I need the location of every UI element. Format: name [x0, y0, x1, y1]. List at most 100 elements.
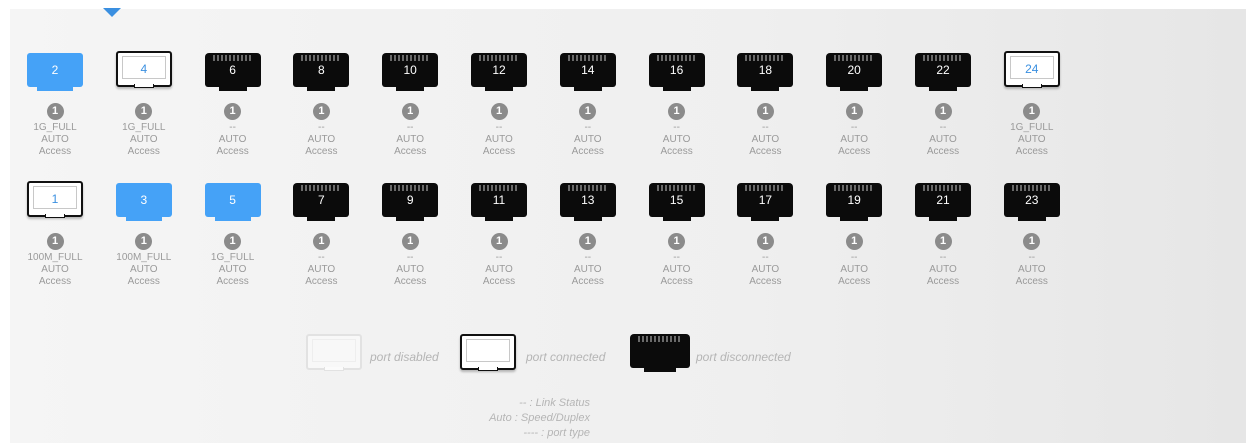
port-status: -- [406, 252, 414, 263]
port-disc-icon[interactable]: 10 [382, 53, 439, 91]
port-disc-icon[interactable]: 9 [382, 183, 439, 221]
port-8[interactable]: 8 1 -- AUTO Access [288, 51, 354, 158]
port-mode: Access [127, 146, 160, 157]
note-port-type: ---- : port type [523, 427, 590, 439]
port-mode: Access [1015, 276, 1048, 287]
vlan-badge-icon: 1 [224, 233, 242, 250]
port-conn-icon[interactable]: 4 [115, 51, 172, 88]
port-mode: Access [305, 146, 338, 157]
port-status: -- [850, 122, 858, 133]
port-18[interactable]: 18 1 -- AUTO Access [732, 51, 798, 158]
port-disc-icon[interactable]: 15 [648, 183, 705, 221]
port-disc-icon[interactable]: 23 [1003, 183, 1060, 221]
port-disc-icon[interactable]: 20 [826, 53, 883, 91]
port-speed: AUTO [751, 134, 780, 145]
port-21[interactable]: 21 1 -- AUTO Access [910, 181, 976, 288]
port-mode: Access [571, 146, 604, 157]
port-status: -- [762, 252, 769, 263]
legend-notes: -- : Link Status Auto : Speed/Duplex ---… [470, 396, 590, 441]
vlan-badge-icon: 1 [845, 103, 863, 120]
port-status: -- [495, 252, 503, 263]
port-disc-icon[interactable]: 17 [737, 183, 794, 221]
port-speed: AUTO [307, 134, 336, 145]
port-mode: Access [216, 276, 249, 287]
port-speed: AUTO [41, 134, 69, 145]
port-disc-icon[interactable]: 16 [648, 53, 705, 91]
port-23[interactable]: 23 1 -- AUTO Access [999, 181, 1065, 288]
vlan-badge-icon: 1 [46, 233, 64, 250]
port-speed: AUTO [1017, 264, 1046, 275]
port-15[interactable]: 15 1 -- AUTO Access [644, 181, 710, 288]
port-mode: Access [660, 146, 693, 157]
port-conn-icon[interactable]: 1 [27, 181, 83, 218]
port-24[interactable]: 24 1 1G_FULL AUTO Access [999, 51, 1065, 158]
port-status: -- [673, 122, 680, 133]
port-status: -- [673, 252, 680, 263]
port-status: 1G_FULL [210, 252, 255, 263]
vlan-badge-icon: 1 [1023, 103, 1041, 120]
port-19[interactable]: 19 1 -- AUTO Access [821, 181, 887, 288]
port-status: -- [850, 252, 858, 263]
selection-pointer-icon [103, 8, 121, 17]
port-mode: Access [216, 146, 249, 157]
port-13[interactable]: 13 1 -- AUTO Access [555, 181, 621, 288]
port-20[interactable]: 20 1 -- AUTO Access [821, 51, 887, 158]
port-11[interactable]: 11 1 -- AUTO Access [466, 181, 532, 288]
vlan-badge-icon: 1 [490, 103, 508, 120]
port-1[interactable]: 1 1 100M_FULL AUTO Access [22, 181, 88, 288]
port-disc-icon[interactable]: 14 [559, 53, 616, 91]
port-disc-icon[interactable]: 18 [737, 53, 794, 91]
port-3[interactable]: 3 1 100M_FULL AUTO Access [111, 181, 177, 288]
vlan-badge-icon: 1 [756, 233, 774, 250]
vlan-badge-icon: 1 [312, 233, 330, 250]
port-conn-icon[interactable]: 24 [1003, 51, 1060, 88]
port-number: 19 [847, 193, 861, 207]
port-9[interactable]: 9 1 -- AUTO Access [377, 181, 443, 288]
port-speed: AUTO [662, 264, 691, 275]
port-22[interactable]: 22 1 -- AUTO Access [910, 51, 976, 158]
port-10[interactable]: 10 1 -- AUTO Access [377, 51, 443, 158]
port-mode: Access [749, 146, 782, 157]
port-12[interactable]: 12 1 -- AUTO Access [466, 51, 532, 158]
vlan-badge-icon: 1 [312, 103, 330, 120]
note-link-status: -- : Link Status [519, 397, 590, 409]
port-disc-icon[interactable]: 13 [559, 183, 616, 221]
port-status: -- [584, 122, 592, 133]
port-mode: Access [394, 146, 427, 157]
port-mode: Access [571, 276, 604, 287]
port-disc-icon[interactable]: 22 [915, 53, 971, 91]
port-blue-icon[interactable]: 3 [115, 183, 172, 221]
vlan-badge-icon: 1 [135, 103, 153, 120]
port-disc-icon[interactable]: 12 [471, 53, 527, 91]
port-disconnected-icon [630, 334, 690, 372]
port-mode: Access [838, 276, 871, 287]
port-disc-icon[interactable]: 11 [471, 183, 527, 221]
port-7[interactable]: 7 1 -- AUTO Access [288, 181, 354, 288]
port-disc-icon[interactable]: 21 [915, 183, 971, 221]
port-14[interactable]: 14 1 -- AUTO Access [555, 51, 621, 158]
port-disc-icon[interactable]: 8 [293, 53, 350, 91]
port-5[interactable]: 5 1 1G_FULL AUTO Access [200, 181, 266, 288]
port-blue-icon[interactable]: 5 [204, 183, 261, 221]
port-blue-icon[interactable]: 2 [27, 53, 83, 91]
port-speed: AUTO [840, 134, 868, 145]
port-17[interactable]: 17 1 -- AUTO Access [732, 181, 798, 288]
port-disc-icon[interactable]: 6 [204, 53, 261, 91]
legend-connected-label: port connected [526, 350, 606, 364]
port-6[interactable]: 6 1 -- AUTO Access [200, 51, 266, 158]
port-16[interactable]: 16 1 -- AUTO Access [644, 51, 710, 158]
port-status: 1G_FULL [122, 122, 166, 133]
port-disc-icon[interactable]: 19 [826, 183, 883, 221]
port-number: 18 [758, 63, 773, 77]
port-mode: Access [127, 276, 160, 287]
port-disc-icon[interactable]: 7 [293, 183, 350, 221]
vlan-badge-icon: 1 [668, 103, 686, 120]
port-mode: Access [926, 146, 960, 157]
port-status: -- [939, 122, 947, 133]
port-number: 16 [669, 63, 684, 77]
port-4[interactable]: 4 1 1G_FULL AUTO Access [111, 51, 177, 158]
port-speed: AUTO [218, 134, 247, 145]
port-status: -- [1028, 252, 1036, 263]
vlan-badge-icon: 1 [46, 103, 64, 120]
port-2[interactable]: 2 1 1G_FULL AUTO Access [22, 51, 88, 158]
